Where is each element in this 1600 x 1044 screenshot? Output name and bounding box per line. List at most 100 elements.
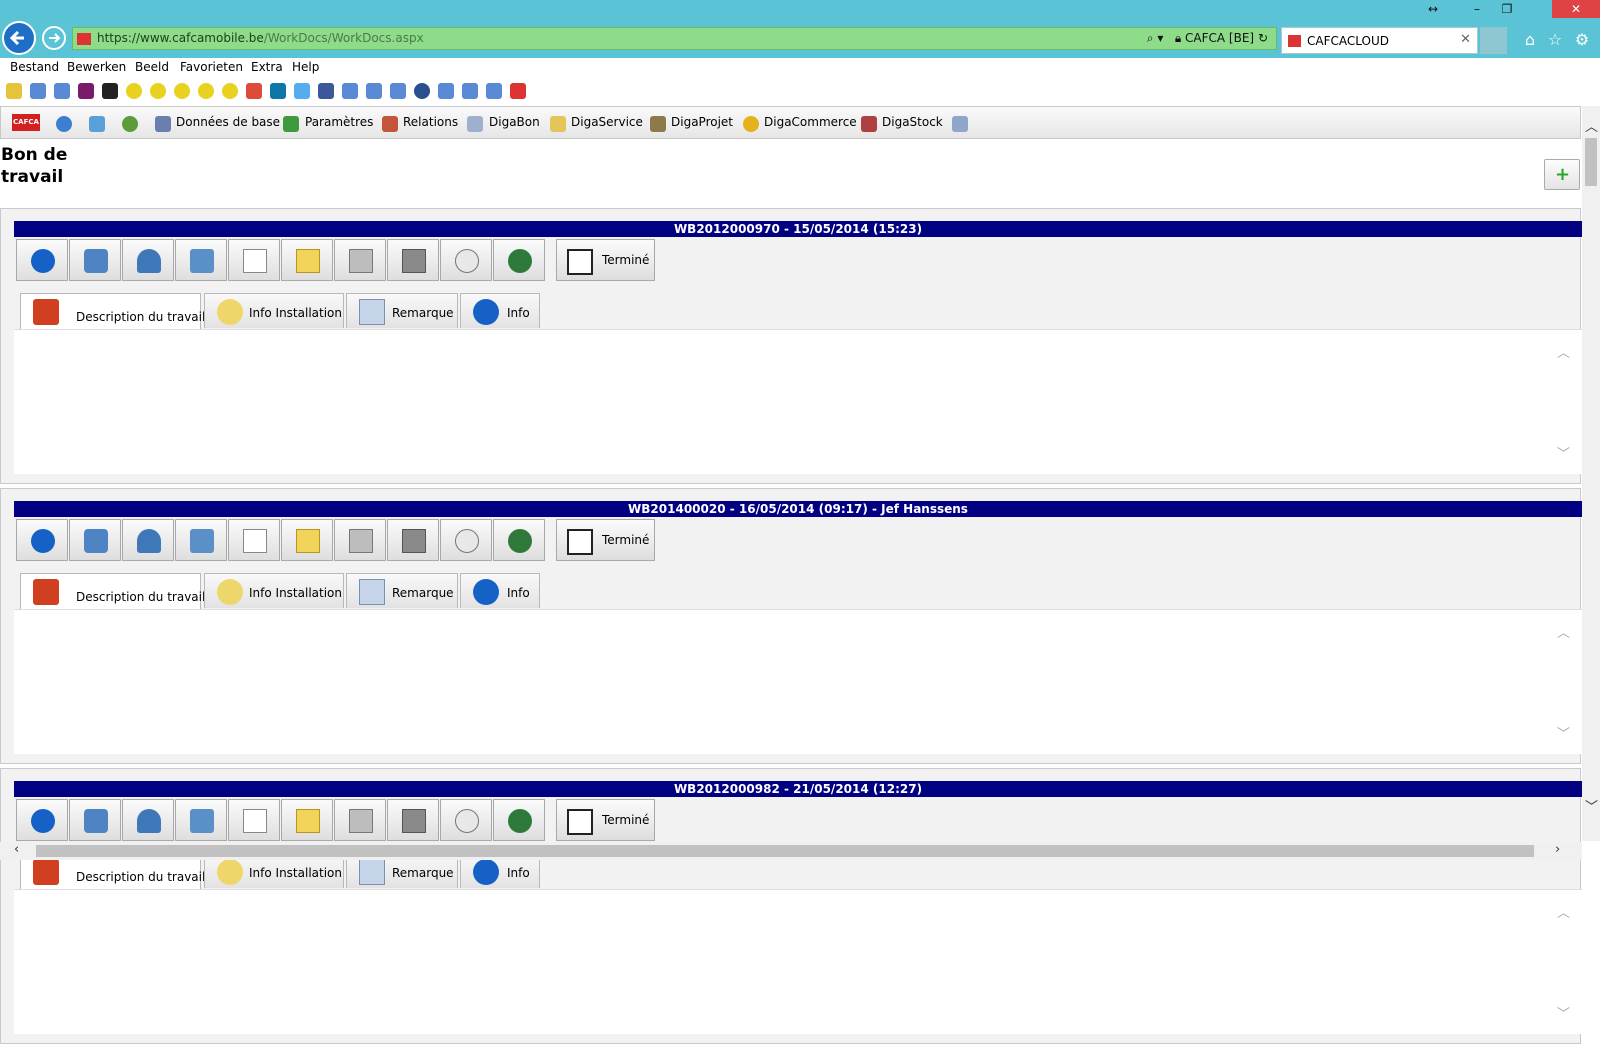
yellow-link-icon[interactable] — [126, 83, 142, 99]
h-link-icon[interactable] — [78, 83, 94, 99]
tab-description-du-travail[interactable]: Description du travail — [20, 293, 205, 330]
browser-tab[interactable]: CAFCACLOUD ✕ — [1281, 27, 1478, 54]
yellow-link-icon[interactable] — [198, 83, 214, 99]
menu-help[interactable]: Help — [292, 60, 319, 74]
tab-content-pane[interactable]: ︿ ﹀ — [14, 889, 1582, 1034]
document-button[interactable] — [228, 519, 280, 561]
favorites-add-icon[interactable] — [6, 83, 22, 99]
pane-scroll-up-icon[interactable]: ︿ — [1557, 902, 1570, 921]
vertical-scrollbar[interactable]: ︿ ﹀ — [1582, 106, 1600, 841]
restore-size-icon[interactable]: ↔ — [1418, 0, 1448, 18]
linkedin-icon[interactable] — [270, 83, 286, 99]
person-button[interactable] — [122, 799, 174, 841]
menu-favorieten[interactable]: Favorieten — [180, 60, 243, 74]
checkbox-icon[interactable] — [567, 809, 593, 835]
menu-digaservice[interactable]: DigaService — [571, 115, 643, 129]
ie-link-icon[interactable] — [438, 83, 454, 99]
tab-remarque[interactable]: Remarque — [346, 573, 458, 608]
menu-bewerken[interactable]: Bewerken — [67, 60, 126, 74]
sync-icon[interactable] — [89, 116, 105, 132]
tab-remarque[interactable]: Remarque — [346, 293, 458, 328]
checkbox-icon[interactable] — [567, 249, 593, 275]
ie-link-icon[interactable] — [54, 83, 70, 99]
cafca-logo[interactable]: CAFCA — [12, 114, 40, 131]
clock-list-button[interactable] — [440, 799, 492, 841]
termine-toggle[interactable]: Terminé — [556, 239, 655, 281]
pane-scroll-down-icon[interactable]: ﹀ — [1557, 723, 1570, 742]
cafca-link-icon[interactable] — [510, 83, 526, 99]
document-button[interactable] — [228, 239, 280, 281]
plug-bulb-button[interactable] — [175, 239, 227, 281]
user-icon[interactable] — [122, 116, 138, 132]
twitter-icon[interactable] — [294, 83, 310, 99]
scroll-right-icon[interactable]: › — [1555, 842, 1560, 857]
folder-button[interactable] — [281, 519, 333, 561]
copy-button[interactable] — [387, 799, 439, 841]
car-button[interactable] — [69, 239, 121, 281]
minimize-button[interactable]: – — [1462, 0, 1492, 18]
person-button[interactable] — [122, 239, 174, 281]
tab-close-icon[interactable]: ✕ — [1460, 32, 1471, 47]
globe-button[interactable] — [493, 239, 545, 281]
person-button[interactable] — [122, 519, 174, 561]
globe-icon[interactable] — [56, 116, 72, 132]
horizontal-scrollbar[interactable]: ‹ › — [0, 842, 1582, 860]
refresh-icon[interactable]: ↻ — [1258, 31, 1268, 45]
menu-digabon[interactable]: DigaBon — [489, 115, 540, 129]
ie-link-icon[interactable] — [462, 83, 478, 99]
flag-link-icon[interactable] — [102, 83, 118, 99]
menu-bestand[interactable]: Bestand — [10, 60, 59, 74]
folder-button[interactable] — [281, 239, 333, 281]
ie-link-icon[interactable] — [390, 83, 406, 99]
vertical-scroll-thumb[interactable] — [1585, 138, 1597, 186]
globe-button[interactable] — [493, 799, 545, 841]
url-text[interactable]: https://www.cafcamobile.be/WorkDocs/Work… — [97, 31, 424, 45]
printer-button[interactable] — [334, 239, 386, 281]
close-window-button[interactable]: ✕ — [1552, 0, 1600, 18]
back-button[interactable] — [2, 21, 36, 55]
scroll-up-icon[interactable]: ︿ — [1585, 116, 1598, 135]
facebook-icon[interactable] — [318, 83, 334, 99]
forward-button[interactable] — [42, 26, 66, 50]
car-button[interactable] — [69, 519, 121, 561]
menu-digastock[interactable]: DigaStock — [882, 115, 943, 129]
termine-toggle[interactable]: Terminé — [556, 519, 655, 561]
tab-info[interactable]: Info — [460, 573, 540, 608]
menu-digaprojet[interactable]: DigaProjet — [671, 115, 733, 129]
alert-button[interactable] — [16, 799, 68, 841]
printer-button[interactable] — [334, 519, 386, 561]
tab-info-installation[interactable]: Info Installation — [204, 293, 344, 328]
clock-list-button[interactable] — [440, 239, 492, 281]
scroll-down-icon[interactable]: ﹀ — [1585, 796, 1598, 815]
menu-extra[interactable]: Extra — [251, 60, 283, 74]
termine-toggle[interactable]: Terminé — [556, 799, 655, 841]
ie-link-icon[interactable] — [366, 83, 382, 99]
address-bar[interactable]: https://www.cafcamobile.be/WorkDocs/Work… — [72, 27, 1277, 50]
yellow-link-icon[interactable] — [222, 83, 238, 99]
plug-bulb-button[interactable] — [175, 519, 227, 561]
menu-digacommerce[interactable]: DigaCommerce — [764, 115, 857, 129]
tab-description-du-travail[interactable]: Description du travail — [20, 573, 205, 610]
home-icon[interactable]: ⌂ — [1520, 30, 1540, 50]
maximize-button[interactable]: ❐ — [1492, 0, 1522, 18]
horizontal-scroll-thumb[interactable] — [36, 845, 1534, 857]
globe-button[interactable] — [493, 519, 545, 561]
document-button[interactable] — [228, 799, 280, 841]
google-plus-icon[interactable] — [246, 83, 262, 99]
scroll-left-icon[interactable]: ‹ — [14, 842, 19, 857]
tab-info-installation[interactable]: Info Installation — [204, 573, 344, 608]
ie-link-icon[interactable] — [30, 83, 46, 99]
search-icon[interactable]: ⌕ ▾ — [1147, 31, 1164, 45]
printer-button[interactable] — [334, 799, 386, 841]
clock-list-button[interactable] — [440, 519, 492, 561]
menu-donnees-de-base[interactable]: Données de base — [176, 115, 280, 129]
menu-beeld[interactable]: Beeld — [135, 60, 169, 74]
pane-scroll-up-icon[interactable]: ︿ — [1557, 342, 1570, 361]
checkbox-icon[interactable] — [567, 529, 593, 555]
alert-button[interactable] — [16, 519, 68, 561]
tab-info[interactable]: Info — [460, 293, 540, 328]
tab-content-pane[interactable]: ︿ ﹀ — [14, 329, 1582, 474]
plug-bulb-button[interactable] — [175, 799, 227, 841]
pane-scroll-down-icon[interactable]: ﹀ — [1557, 1003, 1570, 1022]
lock-icon[interactable]: 🔒︎ — [1175, 31, 1181, 45]
